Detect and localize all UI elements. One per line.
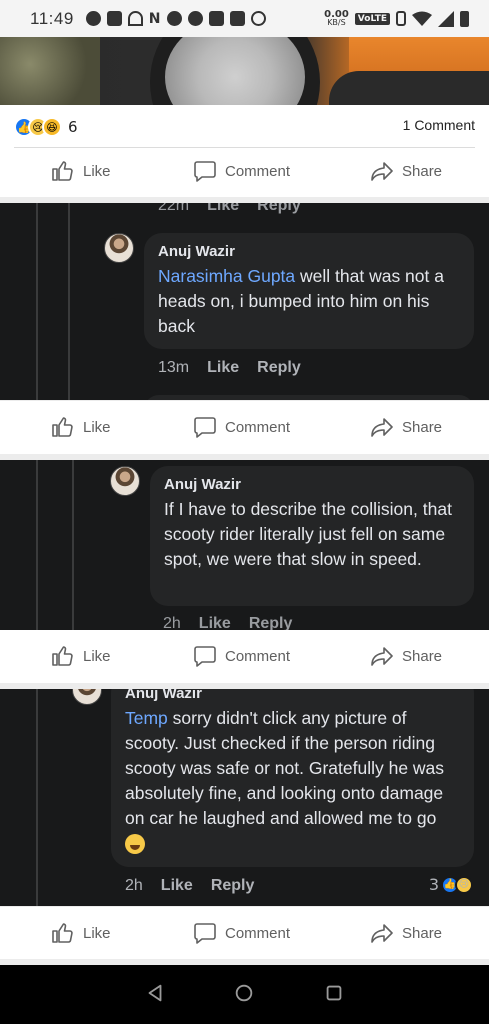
share-arrow-icon xyxy=(371,924,393,943)
post-photo[interactable] xyxy=(0,37,489,105)
comment-meta: 13m Like Reply xyxy=(158,359,301,377)
comment-text: Temp sorry didn't click any picture of s… xyxy=(125,706,460,856)
share-arrow-icon xyxy=(371,162,393,181)
action-bar: Like Comment Share xyxy=(0,401,489,454)
action-bar: Like Comment Share xyxy=(0,630,489,683)
comment-bubble-icon xyxy=(194,923,216,944)
partial-comment-meta: 22m Like Reply xyxy=(158,203,301,215)
jio-icon xyxy=(187,11,203,26)
home-button[interactable] xyxy=(233,982,255,1008)
post-action-row: Like Comment Share xyxy=(0,151,489,191)
wifi-icon xyxy=(412,11,432,26)
status-bar: 11:49 N 0.00 KB/S VoLTE xyxy=(0,0,489,37)
comment-reactions[interactable]: 3 👍 😢 xyxy=(429,875,473,894)
comment-reply-link[interactable]: Reply xyxy=(249,615,293,630)
crying-laughing-emoji-icon xyxy=(125,834,145,855)
back-triangle-icon xyxy=(148,984,162,1001)
share-button[interactable]: Share xyxy=(370,159,442,183)
comment-button[interactable]: Comment xyxy=(193,921,290,945)
reaction-summary[interactable]: 👍 😢 😆 6 xyxy=(14,117,78,137)
comment-bubble: Anuj Wazir Narasimha Gupta well that was… xyxy=(144,233,474,349)
headset-icon xyxy=(127,11,143,26)
comment-panel-3: Anuj Wazir Temp sorry didn't click any p… xyxy=(0,689,489,906)
divider xyxy=(14,147,475,148)
comment-bubble-icon xyxy=(194,161,216,182)
comment-bubble-icon xyxy=(194,646,216,667)
like-button[interactable]: Like xyxy=(51,644,111,668)
signal-icon xyxy=(438,10,454,27)
system-nav-bar xyxy=(0,965,489,1024)
mention-link[interactable]: Narasimha Gupta xyxy=(158,266,295,286)
comment-text: Narasimha Gupta well that was not a head… xyxy=(158,266,444,336)
vibrate-icon xyxy=(396,11,406,26)
comment-text: If I have to describe the collision, tha… xyxy=(164,499,452,569)
share-arrow-icon xyxy=(371,647,393,666)
home-circle-icon xyxy=(236,984,253,1001)
thumbs-up-icon xyxy=(52,646,73,666)
comment-like-link[interactable]: Like xyxy=(207,359,239,377)
drop-icon xyxy=(250,11,266,26)
reaction-count: 6 xyxy=(68,118,78,136)
like-button[interactable]: Like xyxy=(51,415,111,439)
share-arrow-icon xyxy=(371,418,393,437)
like-button[interactable]: Like xyxy=(51,159,111,183)
haha-reaction-icon: 😆 xyxy=(42,117,62,137)
comment-author[interactable]: Anuj Wazir xyxy=(164,476,460,493)
thumbs-up-icon xyxy=(52,923,73,943)
play-icon xyxy=(166,11,182,26)
network-speed: 0.00 KB/S xyxy=(324,8,349,27)
car-rim xyxy=(165,37,305,105)
thumbs-up-icon xyxy=(52,161,73,181)
share-button[interactable]: Share xyxy=(370,644,442,668)
comment-count[interactable]: 1 Comment xyxy=(403,117,475,133)
comment-author[interactable]: Anuj Wazir xyxy=(125,689,460,702)
like-button[interactable]: Like xyxy=(51,921,111,945)
comment-like-link[interactable]: Like xyxy=(207,203,239,215)
comment-author[interactable]: Anuj Wazir xyxy=(158,243,460,260)
post-reaction-bar: 👍 😢 😆 6 1 Comment Like Comment Share xyxy=(0,105,489,197)
comment-meta: 2h Like Reply xyxy=(163,615,292,630)
comment-reply-link[interactable]: Reply xyxy=(211,877,255,895)
comment-button[interactable]: Comment xyxy=(193,159,290,183)
recents-button[interactable] xyxy=(323,982,345,1008)
action-bar: Like Comment Share xyxy=(0,907,489,959)
gallery-icon xyxy=(229,11,245,26)
comment-bubble-icon xyxy=(194,417,216,438)
comment-like-link[interactable]: Like xyxy=(161,877,193,895)
sad-reaction-icon: 😢 xyxy=(455,875,473,894)
notification-icons: N xyxy=(85,10,266,27)
status-time: 11:49 xyxy=(30,8,74,28)
back-button[interactable] xyxy=(144,982,166,1008)
share-button[interactable]: Share xyxy=(370,415,442,439)
message-icon xyxy=(85,11,101,26)
incognito-icon xyxy=(208,11,224,26)
share-button[interactable]: Share xyxy=(370,921,442,945)
battery-icon xyxy=(460,10,469,27)
recents-square-icon xyxy=(326,985,342,1000)
avatar[interactable] xyxy=(72,689,102,705)
thumbs-up-icon xyxy=(52,417,73,437)
app-icon xyxy=(106,11,122,26)
comment-like-link[interactable]: Like xyxy=(199,615,231,630)
comment-panel-1: 22m Like Reply Anuj Wazir Narasimha Gupt… xyxy=(0,203,489,400)
comment-button[interactable]: Comment xyxy=(193,644,290,668)
comment-bubble: Anuj Wazir If I have to describe the col… xyxy=(150,466,474,606)
mention-link[interactable]: Temp xyxy=(125,708,168,728)
comment-panel-2: Anuj Wazir If I have to describe the col… xyxy=(0,460,489,630)
avatar[interactable] xyxy=(104,233,134,263)
volte-badge: VoLTE xyxy=(354,12,390,25)
comment-reply-link[interactable]: Reply xyxy=(257,203,301,215)
netflix-icon: N xyxy=(148,10,161,27)
avatar[interactable] xyxy=(110,466,140,496)
comment-button[interactable]: Comment xyxy=(193,415,290,439)
comment-meta: 2h Like Reply xyxy=(125,877,255,895)
comment-bubble: Anuj Wazir Temp sorry didn't click any p… xyxy=(111,689,474,867)
comment-reply-link[interactable]: Reply xyxy=(257,359,301,377)
comment-reaction-count: 3 xyxy=(428,875,439,894)
